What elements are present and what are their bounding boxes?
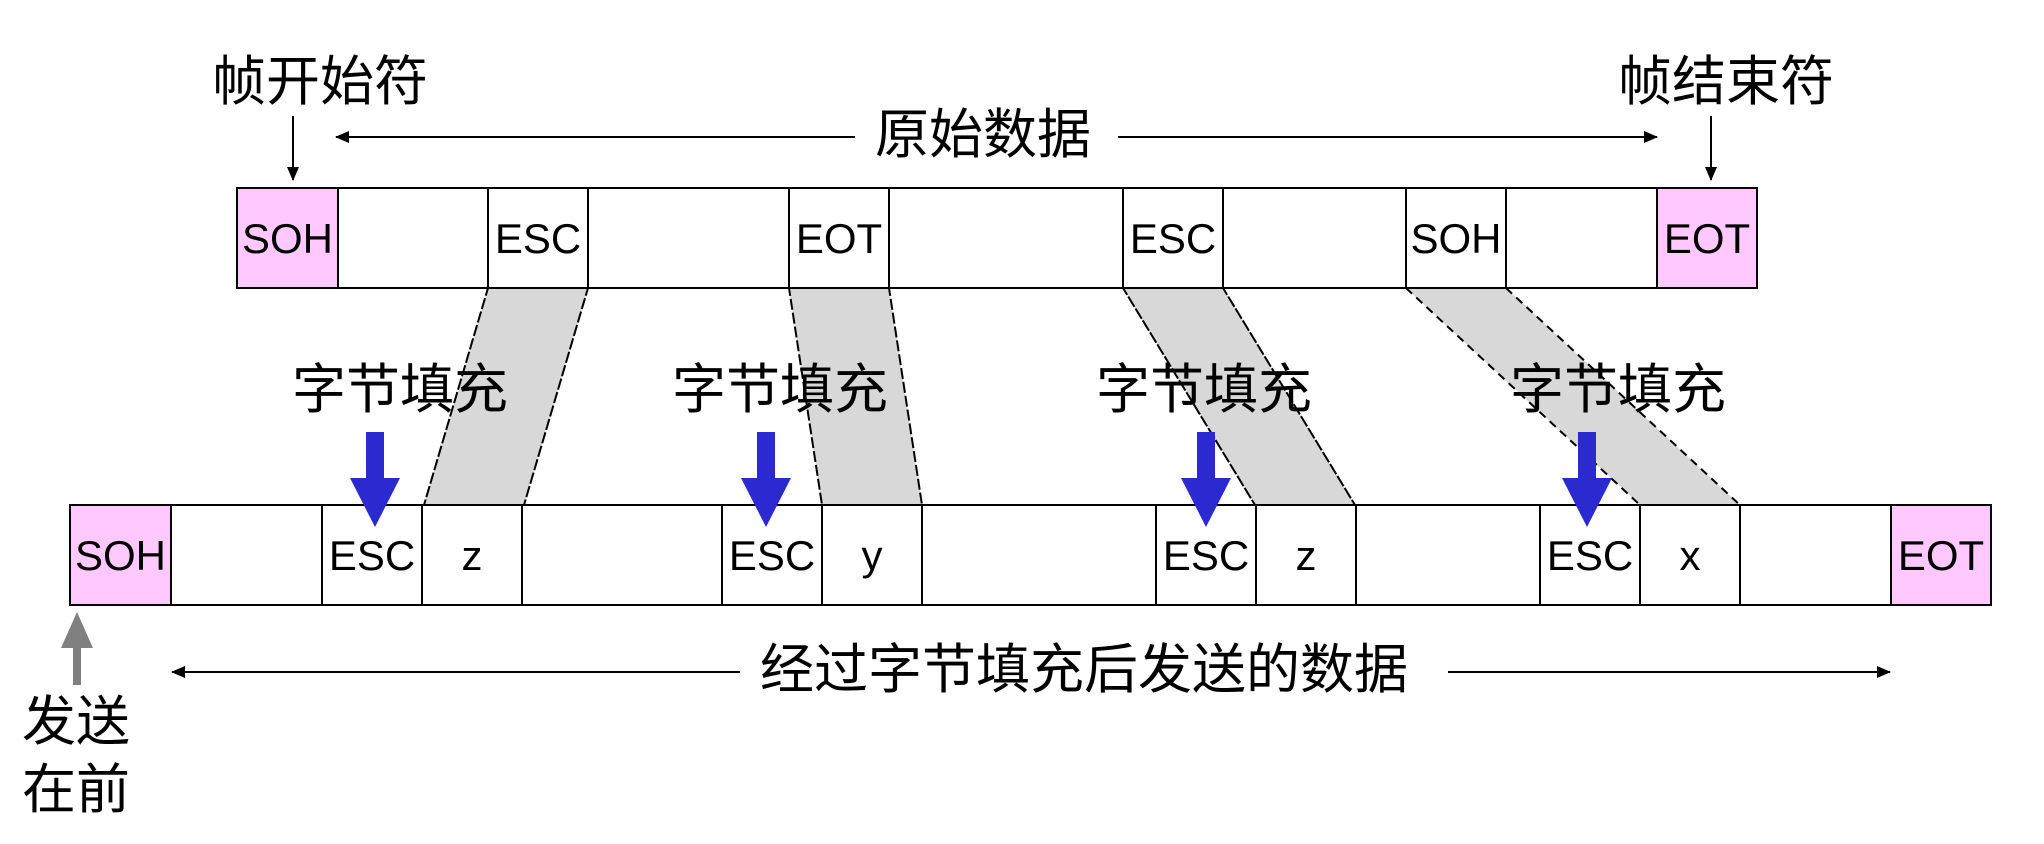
byte-stuffing-label-1: 字节填充 — [292, 358, 508, 421]
byte-stuffing-label-2: 字节填充 — [672, 358, 888, 421]
stuffed-data-label: 经过字节填充后发送的数据 — [760, 638, 1408, 701]
frame-end-label: 帧结束符 — [1618, 50, 1834, 113]
original-frame-cell-label-3: ESC — [495, 215, 581, 262]
stuffed-frame-cell-label-6: ESC — [729, 532, 815, 579]
stuffed-frame-cell-5 — [521, 504, 723, 606]
stuffed-frame-cell-label-12: ESC — [1547, 532, 1633, 579]
byte-stuffing-diagram: SOH ESC EOT ESC SOH EOT SOH ESC z ESC y ESC z ESC x EO… — [22, 50, 1992, 821]
original-frame-cell-6 — [888, 187, 1124, 289]
original-frame: SOH ESC EOT ESC SOH EOT — [236, 187, 1758, 289]
original-frame-cell-label-5: EOT — [796, 215, 882, 262]
stuffed-frame-cell-2 — [170, 504, 323, 606]
send-first-arrow — [61, 612, 93, 685]
stuffed-frame-cell-label-3: ESC — [329, 532, 415, 579]
frame-start-label: 帧开始符 — [212, 50, 428, 113]
original-frame-cell-10 — [1505, 187, 1658, 289]
original-frame-cell-label-1: SOH — [242, 215, 333, 262]
stuffed-frame-cell-11 — [1355, 504, 1541, 606]
stuffed-frame-cell-label-9: ESC — [1163, 532, 1249, 579]
send-first-label-line2: 在前 — [22, 758, 130, 821]
byte-stuffing-label-3: 字节填充 — [1096, 358, 1312, 421]
stuffed-frame-cell-label-1: SOH — [75, 532, 166, 579]
stuffed-frame-cell-label-7: y — [862, 532, 883, 579]
stuffed-frame-cell-14 — [1739, 504, 1892, 606]
stuffed-frame-cell-label-13: x — [1680, 532, 1701, 579]
original-frame-cell-label-9: SOH — [1410, 215, 1501, 262]
original-frame-cell-2 — [337, 187, 489, 289]
original-frame-cell-label-7: ESC — [1130, 215, 1216, 262]
original-frame-cell-8 — [1222, 187, 1407, 289]
send-first-label-line1: 发送 — [22, 690, 130, 753]
stuffed-frame: SOH ESC z ESC y ESC z ESC x EOT — [69, 504, 1992, 606]
stuffed-frame-cell-8 — [921, 504, 1157, 606]
original-frame-cell-label-11: EOT — [1664, 215, 1750, 262]
stuffed-frame-cell-label-10: z — [1296, 532, 1317, 579]
stuffed-frame-cell-label-15: EOT — [1898, 532, 1984, 579]
original-frame-cell-4 — [587, 187, 790, 289]
original-data-label: 原始数据 — [875, 103, 1091, 166]
byte-stuffing-label-4: 字节填充 — [1510, 358, 1726, 421]
stuffed-frame-cell-label-4: z — [462, 532, 483, 579]
